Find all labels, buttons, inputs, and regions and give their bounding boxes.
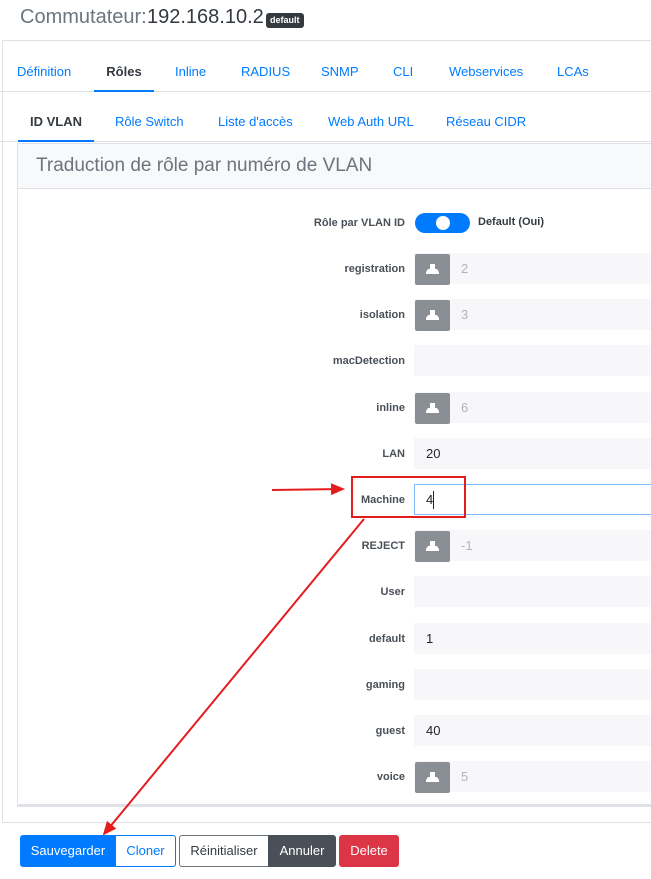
card-title: Traduction de rôle par numéro de VLAN <box>36 155 373 176</box>
vlan-role-card: Traduction de rôle par numéro de VLAN <box>17 143 651 807</box>
stamp-icon[interactable] <box>415 393 450 424</box>
stamp-icon[interactable] <box>415 300 450 331</box>
row-label-default: default <box>368 633 405 645</box>
registration-field[interactable]: 2 <box>414 253 651 285</box>
stamp-icon[interactable] <box>415 254 450 285</box>
tab-inline[interactable]: Inline <box>175 56 206 92</box>
status-badge: default <box>266 13 304 28</box>
lan-value: 20 <box>426 446 441 461</box>
row-label-reject: REJECT <box>361 540 405 552</box>
cancel-button[interactable]: Annuler <box>268 835 336 867</box>
reset-button[interactable]: Réinitialiser <box>179 835 269 867</box>
guest-value: 40 <box>426 723 441 738</box>
tab-access-list[interactable]: Liste d'accès <box>218 106 293 142</box>
guest-field[interactable]: 40 <box>414 715 651 746</box>
default-field[interactable]: 1 <box>414 623 651 654</box>
row-label-gaming: gaming <box>365 679 405 691</box>
voice-field[interactable]: 5 <box>414 761 651 793</box>
page-header: Commutateur: 192.168.10.2 default <box>0 0 651 40</box>
tab-lcas[interactable]: LCAs <box>557 56 589 92</box>
lan-field[interactable]: 20 <box>414 438 651 469</box>
isolation-value: 3 <box>461 307 469 322</box>
isolation-field[interactable]: 3 <box>414 299 651 331</box>
row-label-inline: inline <box>376 402 405 414</box>
gaming-field[interactable] <box>414 669 651 700</box>
row-label-guest: guest <box>375 725 405 737</box>
row-label-lan: LAN <box>382 448 405 460</box>
voice-value: 5 <box>461 769 469 784</box>
sub-tabs: ID VLAN Rôle Switch Liste d'accès Web Au… <box>0 106 651 142</box>
row-label-isolation: isolation <box>359 309 405 321</box>
toggle-state: Default (Oui) <box>478 216 544 228</box>
tab-cidr-network[interactable]: Réseau CIDR <box>446 106 526 142</box>
tab-snmp[interactable]: SNMP <box>321 56 359 92</box>
row-label-voice: voice <box>376 771 405 783</box>
tab-web-auth-url[interactable]: Web Auth URL <box>328 106 414 142</box>
default-value: 1 <box>426 631 434 646</box>
user-field[interactable] <box>414 576 651 607</box>
card-header: Traduction de rôle par numéro de VLAN <box>18 144 651 189</box>
inline-field[interactable]: 6 <box>414 392 651 424</box>
clone-button[interactable]: Cloner <box>115 835 176 867</box>
macdetection-field[interactable] <box>414 345 651 376</box>
tab-roles[interactable]: Rôles <box>94 56 154 92</box>
annotation-highlight-box <box>351 476 466 518</box>
tab-radius[interactable]: RADIUS <box>241 56 290 92</box>
page-title-ip: 192.168.10.2 <box>147 6 264 28</box>
stamp-icon[interactable] <box>415 762 450 793</box>
tab-cli[interactable]: CLI <box>393 56 413 92</box>
tab-webservices[interactable]: Webservices <box>449 56 523 92</box>
reject-value: -1 <box>461 538 473 553</box>
row-label-user: User <box>380 586 405 598</box>
main-tabs: Définition Rôles Inline RADIUS SNMP CLI … <box>0 56 651 92</box>
save-button[interactable]: Sauvegarder <box>20 835 116 867</box>
role-by-vlan-toggle[interactable] <box>415 213 470 233</box>
row-label-macdetection: macDetection <box>332 355 405 367</box>
row-label-registration: registration <box>344 263 405 275</box>
delete-button[interactable]: Delete <box>339 835 399 867</box>
toggle-label: Rôle par VLAN ID <box>313 217 405 229</box>
inline-value: 6 <box>461 400 469 415</box>
tab-role-switch[interactable]: Rôle Switch <box>115 106 184 142</box>
registration-value: 2 <box>461 261 469 276</box>
page-title-prefix: Commutateur: <box>20 6 147 28</box>
tab-id-vlan[interactable]: ID VLAN <box>18 106 94 142</box>
reject-field[interactable]: -1 <box>414 530 651 562</box>
stamp-icon[interactable] <box>415 531 450 562</box>
toggle-knob <box>436 216 450 230</box>
tab-definition[interactable]: Définition <box>17 56 71 92</box>
